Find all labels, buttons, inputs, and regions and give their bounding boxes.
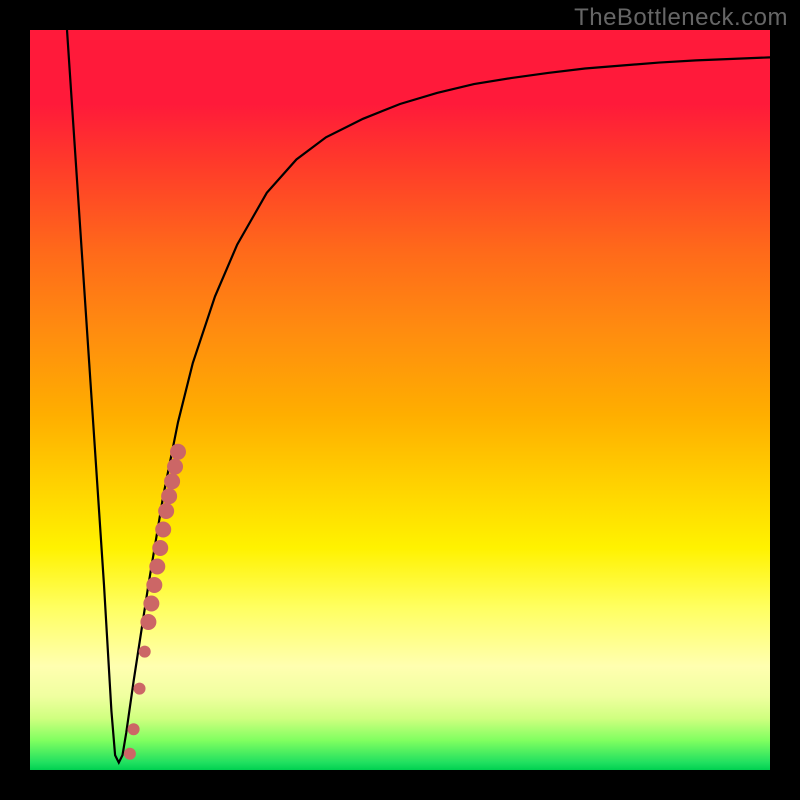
data-marker (164, 473, 180, 489)
bottleneck-curve (67, 30, 770, 763)
curve-layer (30, 30, 770, 770)
data-marker (124, 748, 136, 760)
data-marker (152, 540, 168, 556)
data-marker (149, 559, 165, 575)
data-marker (140, 614, 156, 630)
data-marker (170, 444, 186, 460)
data-marker (167, 459, 183, 475)
data-marker (139, 646, 151, 658)
data-marker (158, 503, 174, 519)
plot-area (30, 30, 770, 770)
watermark-text: TheBottleneck.com (574, 4, 788, 32)
data-marker (146, 577, 162, 593)
data-marker (155, 522, 171, 538)
data-marker (161, 488, 177, 504)
data-marker (143, 596, 159, 612)
data-marker (128, 723, 140, 735)
chart-container: TheBottleneck.com (0, 0, 800, 800)
data-marker (134, 683, 146, 695)
